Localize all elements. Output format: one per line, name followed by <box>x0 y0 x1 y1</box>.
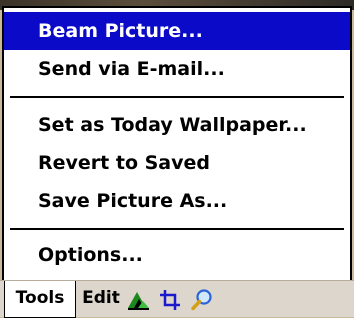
menu-item-set-today-wallpaper[interactable]: Set as Today Wallpaper... <box>4 106 350 144</box>
crop-icon[interactable] <box>158 288 182 312</box>
menu-separator <box>10 228 344 230</box>
menu-separator <box>10 96 344 98</box>
menu-item-options[interactable]: Options... <box>4 236 350 274</box>
menu-item-save-picture-as[interactable]: Save Picture As... <box>4 182 350 220</box>
tab-tools[interactable]: Tools <box>4 281 76 318</box>
zoom-icon[interactable] <box>190 288 214 312</box>
menu-item-send-via-email[interactable]: Send via E-mail... <box>4 50 350 88</box>
tools-popup-menu: Beam Picture... Send via E-mail... Set a… <box>2 6 352 282</box>
menu-item-revert-to-saved[interactable]: Revert to Saved <box>4 144 350 182</box>
tab-edit[interactable]: Edit <box>80 281 122 318</box>
image-adjust-icon[interactable] <box>126 288 150 312</box>
menu-item-beam-picture[interactable]: Beam Picture... <box>4 12 350 50</box>
bottom-toolbar: Tools Edit <box>0 280 354 318</box>
